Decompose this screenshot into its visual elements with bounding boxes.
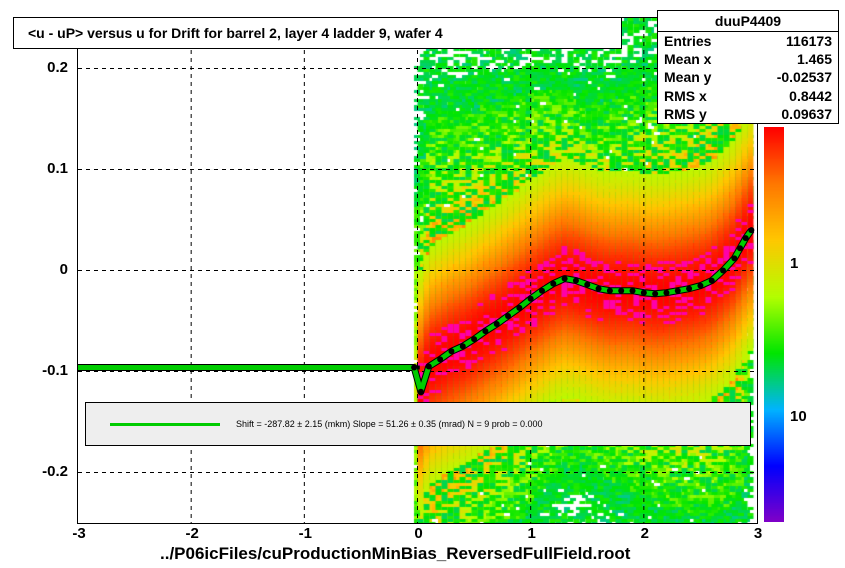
stats-meanx: Mean x 1.465 <box>658 50 838 68</box>
fit-line-sample <box>110 423 220 426</box>
y-tick: 0.1 <box>18 160 68 177</box>
plot-area <box>77 17 758 524</box>
stats-entries: Entries 116173 <box>658 32 838 50</box>
stats-rmsx: RMS x 0.8442 <box>658 87 838 105</box>
y-tick: -0.2 <box>18 463 68 480</box>
fit-legend-text: Shift = -287.82 ± 2.15 (mkm) Slope = 51.… <box>236 419 543 429</box>
x-axis-label: ../P06icFiles/cuProductionMinBias_Revers… <box>160 544 630 564</box>
stats-value: 1.465 <box>797 50 832 68</box>
stats-value: 0.09637 <box>781 105 832 123</box>
x-tick: -2 <box>182 525 202 542</box>
x-tick: 0 <box>409 525 429 542</box>
plot-title-text: <u - uP> versus u for Drift for barrel 2… <box>28 25 443 41</box>
stats-rmsy: RMS y 0.09637 <box>658 105 838 123</box>
fit-legend: Shift = -287.82 ± 2.15 (mkm) Slope = 51.… <box>85 402 751 446</box>
y-tick: 0 <box>18 261 68 278</box>
y-tick: 0.2 <box>18 59 68 76</box>
stats-label: Entries <box>664 32 711 50</box>
overlay-svg <box>78 18 757 523</box>
colorbar-tick: 10 <box>790 408 807 425</box>
stats-meany: Mean y -0.02537 <box>658 68 838 86</box>
x-tick: 2 <box>635 525 655 542</box>
x-tick: -1 <box>295 525 315 542</box>
stats-value: 116173 <box>786 32 832 50</box>
stats-box: duuP4409 Entries 116173 Mean x 1.465 Mea… <box>657 10 839 124</box>
stats-name: duuP4409 <box>658 11 838 32</box>
stats-label: Mean y <box>664 68 711 86</box>
colorbar-tick: 1 <box>790 255 798 272</box>
x-tick: 1 <box>522 525 542 542</box>
stats-label: RMS y <box>664 105 707 123</box>
colorbar <box>764 127 784 522</box>
plot-title: <u - uP> versus u for Drift for barrel 2… <box>13 17 622 49</box>
stats-label: RMS x <box>664 87 707 105</box>
stats-value: -0.02537 <box>777 68 832 86</box>
x-tick: -3 <box>69 525 89 542</box>
stats-value: 0.8442 <box>789 87 832 105</box>
y-tick: -0.1 <box>18 362 68 379</box>
stats-label: Mean x <box>664 50 711 68</box>
x-tick: 3 <box>748 525 768 542</box>
